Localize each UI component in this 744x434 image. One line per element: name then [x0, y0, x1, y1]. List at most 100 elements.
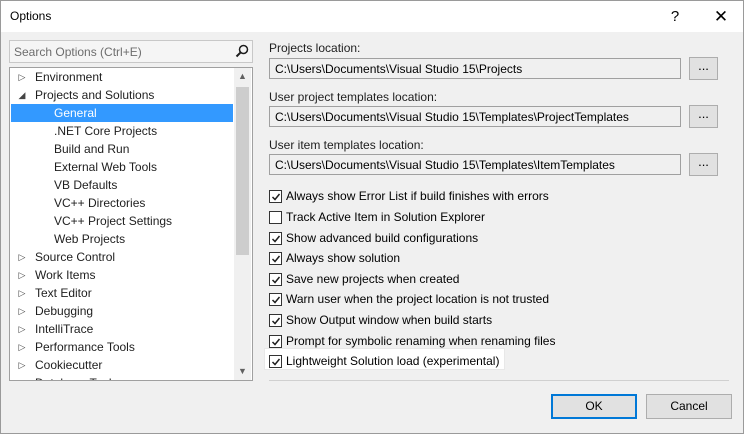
option-row[interactable]: Lightweight Solution load (experimental): [269, 353, 669, 370]
tree-item[interactable]: ▷ Work Items: [11, 266, 233, 284]
option-row[interactable]: Track Active Item in Solution Explorer: [269, 209, 669, 226]
expand-arrow-icon[interactable]: ▷: [17, 68, 27, 86]
search-input[interactable]: [10, 41, 229, 62]
option-checkbox[interactable]: [269, 293, 282, 306]
tree-item-label: Web Projects: [54, 232, 126, 246]
expand-arrow-icon[interactable]: ▷: [17, 266, 27, 284]
tree-item-label: Build and Run: [54, 142, 130, 156]
expand-arrow-icon[interactable]: ▷: [17, 248, 27, 266]
option-checkbox[interactable]: [269, 273, 282, 286]
checkmark-icon: [271, 338, 281, 346]
option-checkbox[interactable]: [269, 335, 282, 348]
tree-item[interactable]: VB Defaults: [11, 176, 233, 194]
projects-browse-button[interactable]: ...: [689, 57, 718, 80]
checkmark-icon: [271, 193, 281, 201]
option-checkbox[interactable]: [269, 355, 282, 368]
tree-item-label: IntelliTrace: [35, 322, 94, 336]
options-tree: ▷ Environment ◢ Projects and Solutions Gener…: [9, 67, 253, 381]
tree-item[interactable]: .NET Core Projects: [11, 122, 233, 140]
option-label: Prompt for symbolic renaming when renami…: [286, 334, 556, 348]
user-templates-field[interactable]: C:\Users\Documents\Visual Studio 15\Temp…: [269, 106, 681, 127]
option-label: Save new projects when created: [286, 272, 460, 286]
help-button[interactable]: ?: [653, 1, 697, 32]
expand-arrow-icon[interactable]: ▷: [17, 320, 27, 338]
expand-arrow-icon[interactable]: ▷: [17, 302, 27, 320]
option-checkbox[interactable]: [269, 314, 282, 327]
item-templates-label: User item templates location:: [269, 138, 424, 152]
item-templates-browse-button[interactable]: ...: [689, 153, 718, 176]
tree-item[interactable]: ▷ Environment: [11, 68, 233, 86]
option-label: Lightweight Solution load (experimental): [286, 354, 500, 368]
checkmark-icon: [271, 317, 281, 325]
scroll-up-icon[interactable]: ▲: [234, 68, 251, 85]
checkmark-icon: [271, 276, 281, 284]
tree-item-label: Debugging: [35, 304, 94, 318]
option-row[interactable]: Prompt for symbolic renaming when renami…: [269, 333, 669, 350]
tree-item-label: VC++ Project Settings: [54, 214, 173, 228]
scroll-thumb[interactable]: [236, 87, 249, 255]
option-label: Show Output window when build starts: [286, 313, 493, 327]
tree-item-label: Performance Tools: [35, 340, 135, 354]
projects-location-field[interactable]: C:\Users\Documents\Visual Studio 15\Proj…: [269, 58, 681, 79]
cancel-button[interactable]: Cancel: [646, 394, 732, 419]
tree-item-label: Projects and Solutions: [35, 88, 155, 102]
option-checkbox[interactable]: [269, 232, 282, 245]
tree-item[interactable]: Web Projects: [11, 230, 233, 248]
tree-item-label: General: [54, 106, 97, 120]
collapse-arrow-icon[interactable]: ◢: [17, 86, 27, 104]
option-row[interactable]: Show Output window when build starts: [269, 312, 669, 329]
expand-arrow-icon[interactable]: ▷: [17, 284, 27, 302]
projects-location-label: Projects location:: [269, 41, 361, 55]
option-row[interactable]: Always show Error List if build finishes…: [269, 188, 669, 205]
search-icon[interactable]: [234, 43, 250, 59]
tree-item-label: VC++ Directories: [54, 196, 146, 210]
tree-item[interactable]: VC++ Project Settings: [11, 212, 233, 230]
tree-scrollbar[interactable]: ▲ ▼: [234, 68, 251, 380]
option-checkbox[interactable]: [269, 252, 282, 265]
tree-item-label: External Web Tools: [54, 160, 157, 174]
tree-item[interactable]: External Web Tools: [11, 158, 233, 176]
option-label: Warn user when the project location is n…: [286, 292, 550, 306]
tree-item[interactable]: ▷ IntelliTrace: [11, 320, 233, 338]
option-label: Show advanced build configurations: [286, 231, 479, 245]
tree-item[interactable]: ▷ Source Control: [11, 248, 233, 266]
expand-arrow-icon[interactable]: ▷: [17, 374, 27, 380]
tree-item-label: Source Control: [35, 250, 116, 264]
option-row[interactable]: Save new projects when created: [269, 271, 669, 288]
tree-item-label: VB Defaults: [54, 178, 118, 192]
user-templates-label: User project templates location:: [269, 90, 438, 104]
tree-item[interactable]: ▷ Database Tools: [11, 374, 233, 380]
option-checkbox[interactable]: [269, 211, 282, 224]
window-title: Options: [10, 9, 52, 23]
search-box[interactable]: [9, 40, 253, 63]
title-bar[interactable]: Options ? ✕: [1, 1, 743, 32]
tree-item-label: Text Editor: [35, 286, 92, 300]
expand-arrow-icon[interactable]: ▷: [17, 356, 27, 374]
tree-item[interactable]: ◢ Projects and Solutions: [11, 86, 233, 104]
expand-arrow-icon[interactable]: ▷: [17, 338, 27, 356]
checkmark-icon: [271, 296, 281, 304]
tree-item[interactable]: ▷ Cookiecutter: [11, 356, 233, 374]
user-templates-browse-button[interactable]: ...: [689, 105, 718, 128]
tree-item[interactable]: General: [11, 104, 233, 122]
footer-divider: [269, 380, 729, 381]
tree-item[interactable]: VC++ Directories: [11, 194, 233, 212]
option-row[interactable]: Show advanced build configurations: [269, 230, 669, 247]
tree-item[interactable]: ▷ Text Editor: [11, 284, 233, 302]
option-label: Always show solution: [286, 251, 401, 265]
tree-item[interactable]: ▷ Debugging: [11, 302, 233, 320]
tree-item[interactable]: ▷ Performance Tools: [11, 338, 233, 356]
checkmark-icon: [271, 358, 281, 366]
close-button[interactable]: ✕: [699, 1, 743, 32]
scroll-down-icon[interactable]: ▼: [234, 363, 251, 380]
option-row[interactable]: Always show solution: [269, 250, 669, 267]
checkmark-icon: [271, 235, 281, 243]
tree-item[interactable]: Build and Run: [11, 140, 233, 158]
ok-button[interactable]: OK: [551, 394, 637, 419]
option-row[interactable]: Warn user when the project location is n…: [269, 291, 669, 308]
tree-item-label: Database Tools: [35, 374, 118, 380]
option-label: Always show Error List if build finishes…: [286, 189, 549, 203]
option-checkbox[interactable]: [269, 190, 282, 203]
tree-list: ▷ Environment ◢ Projects and Solutions Gener…: [10, 68, 234, 380]
item-templates-field[interactable]: C:\Users\Documents\Visual Studio 15\Temp…: [269, 154, 681, 175]
